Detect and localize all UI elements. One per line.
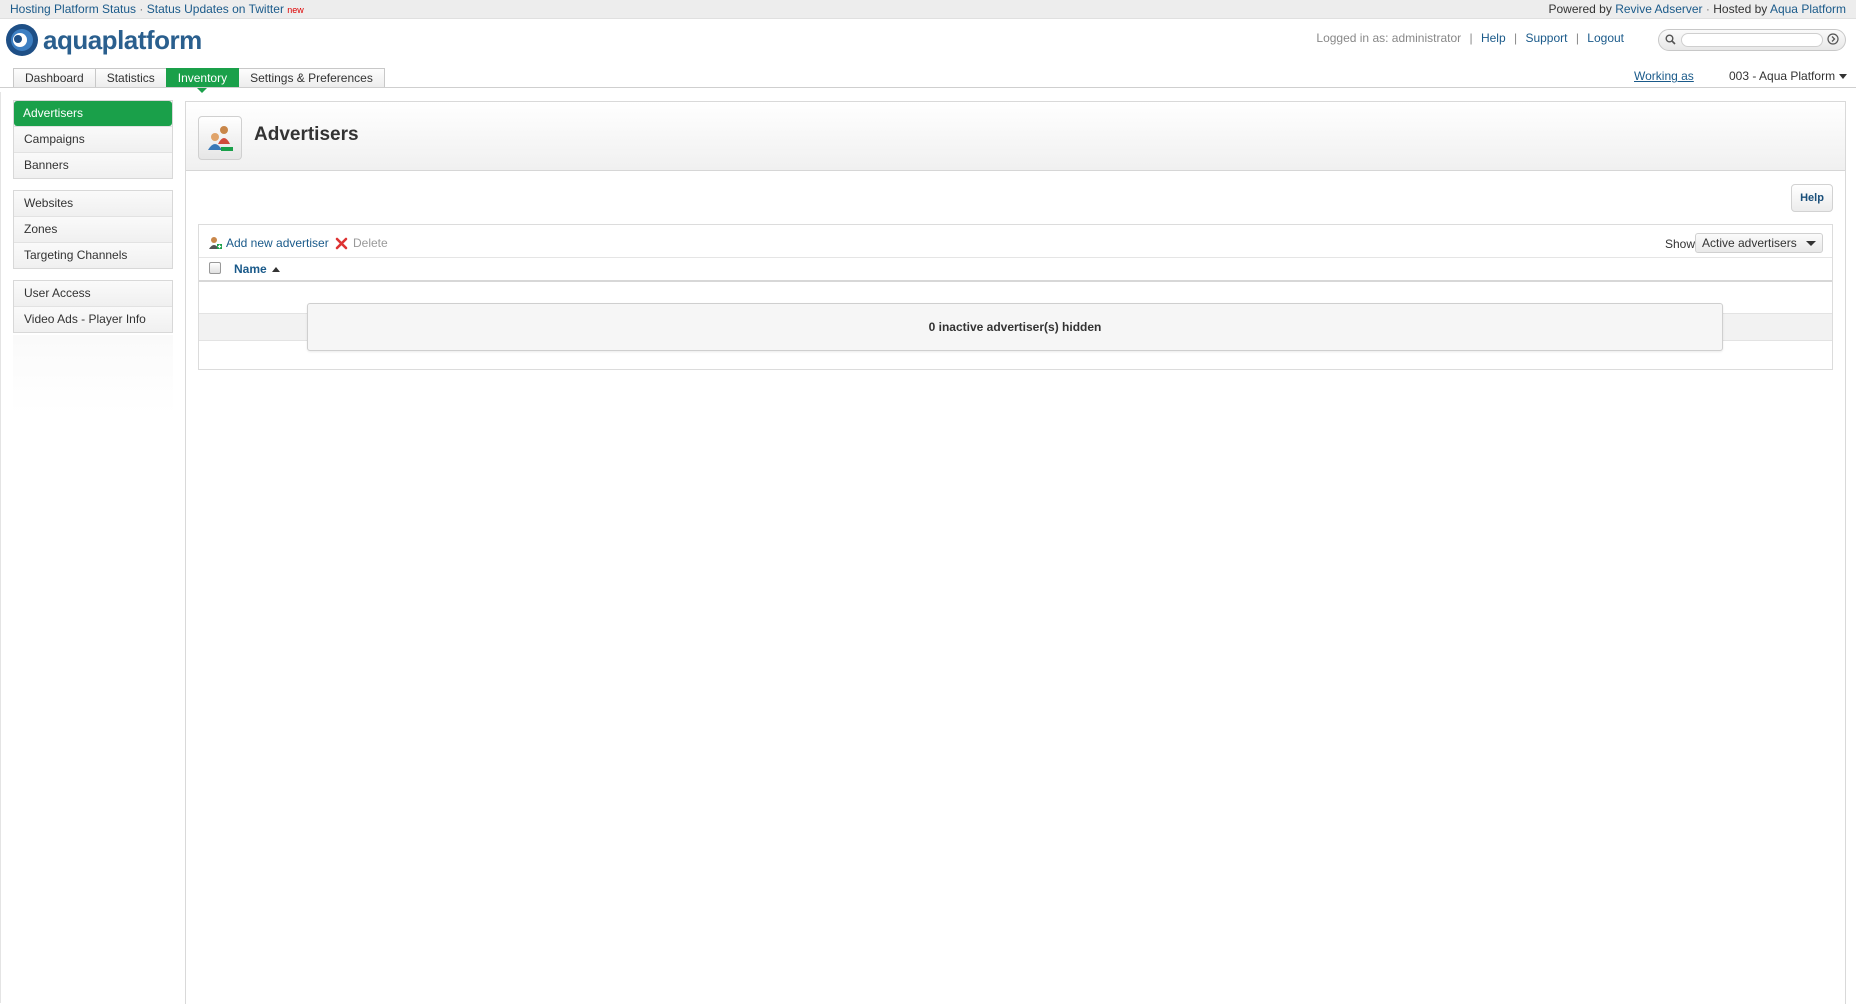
platform-status-link[interactable]: Hosting Platform Status <box>10 2 136 16</box>
sidebar-item-zones[interactable]: Zones <box>14 216 172 242</box>
sidebar-item-targeting-channels[interactable]: Targeting Channels <box>14 242 172 268</box>
top-bar-separator: · <box>139 2 144 16</box>
select-all-checkbox[interactable] <box>209 262 221 274</box>
list-toolbar: Add new advertiser Delete Show Active ad… <box>199 225 1832 257</box>
main-tabs: Dashboard Statistics Inventory Settings … <box>13 68 385 93</box>
help-button[interactable]: Help <box>1791 184 1833 212</box>
user-links: Logged in as: administrator | Help | Sup… <box>1316 31 1624 45</box>
user-links-divider: | <box>1469 31 1473 45</box>
logged-in-label: Logged in as: administrator <box>1316 31 1462 45</box>
new-badge: new <box>287 5 304 15</box>
sidebar-fade <box>13 335 173 415</box>
aquaplatform-logo-icon <box>5 23 39 57</box>
add-advertiser-button[interactable]: Add new advertiser <box>208 236 329 250</box>
hidden-advertisers-message: 0 inactive advertiser(s) hidden <box>307 303 1723 351</box>
table-header: Name <box>199 257 1832 282</box>
sidebar-item-advertisers[interactable]: Advertisers <box>14 101 172 126</box>
account-switcher[interactable]: 003 - Aqua Platform <box>1729 69 1848 83</box>
working-as: Working as 003 - Aqua Platform <box>1634 69 1848 83</box>
advertiser-list: Add new advertiser Delete Show Active ad… <box>198 224 1833 370</box>
search-box[interactable] <box>1658 29 1846 51</box>
revive-link[interactable]: Revive Adserver <box>1615 2 1702 16</box>
chevron-down-icon <box>1839 74 1848 80</box>
logo-text: aquaplatform <box>43 24 202 55</box>
chevron-down-icon <box>1806 241 1816 246</box>
help-link[interactable]: Help <box>1481 31 1506 45</box>
sidebar-item-websites[interactable]: Websites <box>14 191 172 216</box>
frame-divider <box>0 92 1 1003</box>
go-icon[interactable] <box>1827 33 1839 48</box>
tab-dashboard[interactable]: Dashboard <box>13 68 96 88</box>
top-bar-right: Powered by Revive Adserver · Hosted by A… <box>1548 0 1846 18</box>
user-links-divider-3: | <box>1575 31 1579 45</box>
search-icon <box>1665 34 1676 48</box>
aqua-link[interactable]: Aqua Platform <box>1770 2 1846 16</box>
sidebar-item-campaigns[interactable]: Campaigns <box>14 126 172 152</box>
user-links-divider-2: | <box>1513 31 1518 45</box>
support-link[interactable]: Support <box>1525 31 1567 45</box>
add-advertiser-label: Add new advertiser <box>226 236 329 250</box>
sort-ascending-icon <box>271 267 280 273</box>
name-column-label: Name <box>234 262 267 276</box>
hosted-by-label: Hosted by <box>1713 2 1768 16</box>
tab-settings-preferences[interactable]: Settings & Preferences <box>238 68 385 88</box>
top-bar: Hosting Platform Status · Status Updates… <box>0 0 1856 19</box>
add-user-icon <box>208 236 222 250</box>
tab-inventory[interactable]: Inventory <box>165 68 240 93</box>
logo[interactable]: aquaplatform <box>5 22 202 58</box>
sidebar: Advertisers Campaigns Banners Websites Z… <box>13 100 173 344</box>
sidebar-item-banners[interactable]: Banners <box>14 152 172 178</box>
sidebar-item-user-access[interactable]: User Access <box>14 281 172 306</box>
page-title: Advertisers <box>254 124 359 145</box>
sidebar-group-inventory: Advertisers Campaigns Banners <box>13 100 173 179</box>
powered-by-label: Powered by <box>1548 2 1612 16</box>
tab-divider <box>0 87 1856 88</box>
filter-value: Active advertisers <box>1702 236 1797 250</box>
advertiser-filter-select[interactable]: Active advertisers <box>1695 233 1823 253</box>
delete-icon <box>335 237 348 250</box>
tab-statistics[interactable]: Statistics <box>94 68 167 88</box>
logout-link[interactable]: Logout <box>1587 31 1624 45</box>
advertisers-icon <box>198 116 242 160</box>
top-bar-separator-2: · <box>1705 2 1710 16</box>
top-bar-left: Hosting Platform Status · Status Updates… <box>10 0 304 19</box>
working-as-label: Working as <box>1634 69 1694 83</box>
show-label: Show <box>1665 237 1696 251</box>
delete-label: Delete <box>353 236 388 250</box>
twitter-link[interactable]: Status Updates on Twitter <box>147 2 284 16</box>
search-input[interactable] <box>1681 33 1823 47</box>
main-content: Advertisers Help Add new advertiser Dele… <box>185 101 1846 1004</box>
page-header: Advertisers <box>186 102 1845 171</box>
account-name: 003 - Aqua Platform <box>1729 69 1836 83</box>
delete-button[interactable]: Delete <box>335 236 388 250</box>
sidebar-group-other: User Access Video Ads - Player Info <box>13 280 173 333</box>
name-column-header[interactable]: Name <box>234 262 280 276</box>
sidebar-group-publishers: Websites Zones Targeting Channels <box>13 190 173 269</box>
sidebar-item-video-ads[interactable]: Video Ads - Player Info <box>14 306 172 332</box>
